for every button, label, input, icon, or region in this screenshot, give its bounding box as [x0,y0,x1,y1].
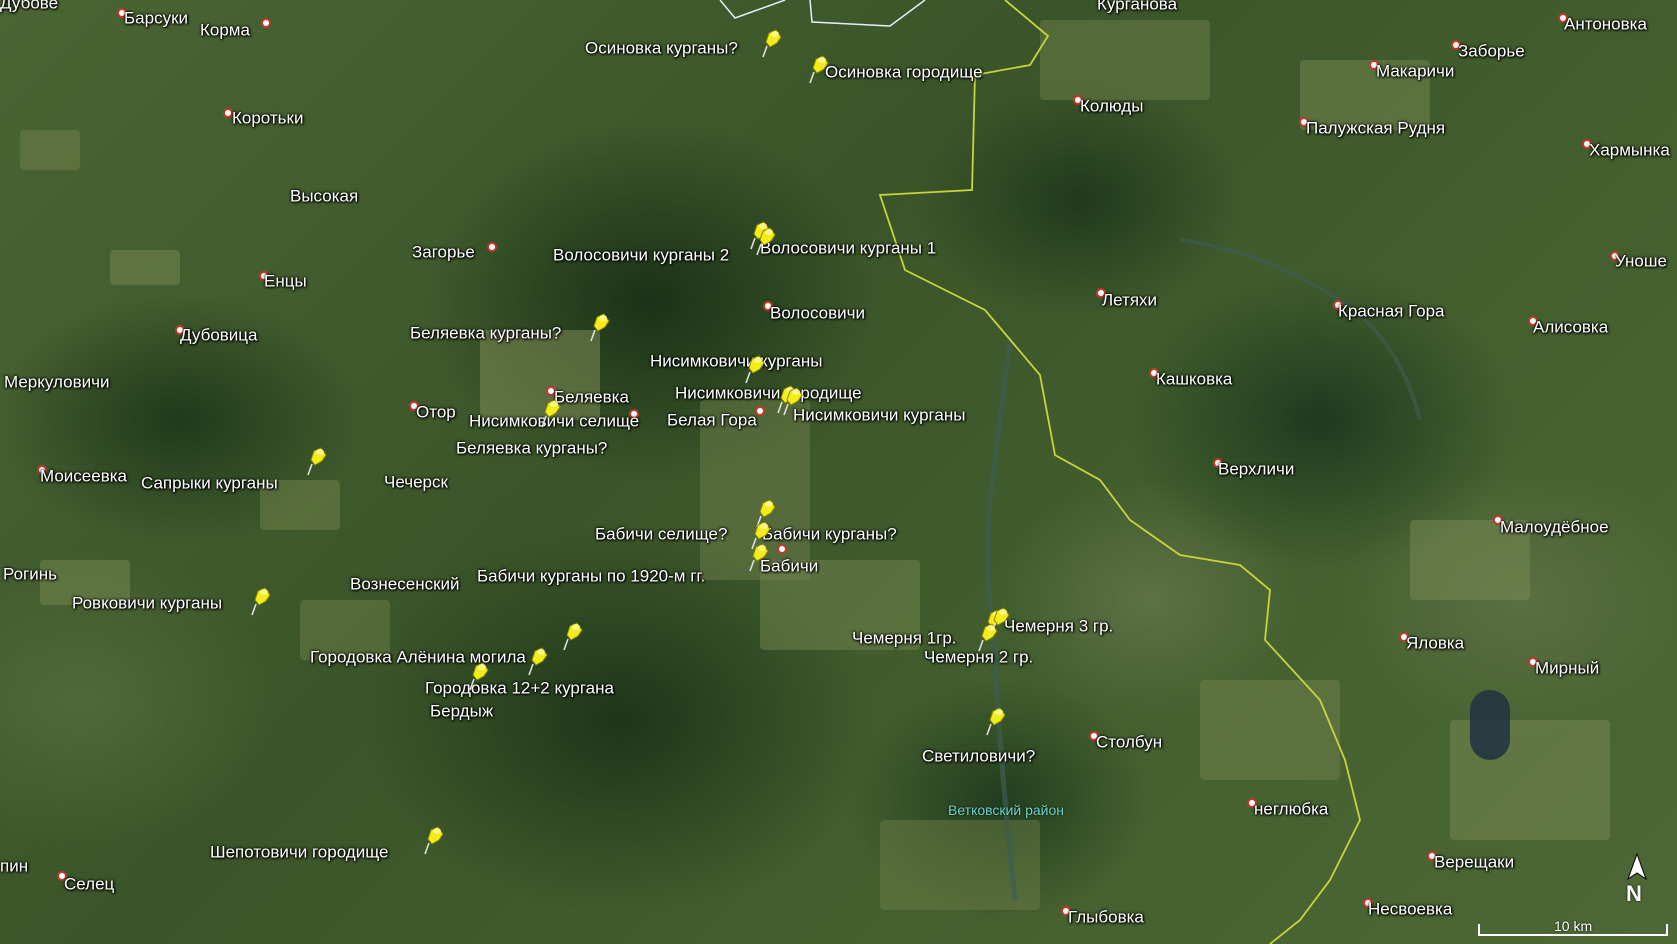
settlement-marker[interactable] [777,544,787,554]
settlement-label: Уноше [1615,251,1667,271]
pushpin-icon[interactable] [749,542,769,572]
settlement-label: Чечерск [384,472,448,492]
pushpin-icon[interactable] [809,54,829,84]
settlement-label: Загорье [412,242,475,262]
pushpin-icon[interactable] [762,28,782,58]
placemark-label: Городовка Алёнина могила [310,647,526,667]
settlement-label: Вознесенский [350,574,460,594]
settlement-label: Кашковка [1156,369,1233,389]
settlement-label: Красная Гора [1338,301,1445,321]
placemark-label: Волосовичи курганы 1 [760,238,937,258]
placemark-label: Ровковичи курганы [72,593,223,613]
settlement-label: Бердыж [430,701,494,721]
placemark-label: Осиновка городище [825,62,983,82]
settlement-label: Алисовка [1533,317,1609,337]
scale-label: 10 km [1554,918,1593,934]
settlement-label: Малоудёбное [1500,517,1609,537]
boundary-lines [719,0,1422,944]
settlement-label: Селец [64,874,115,894]
placemark-label: Нисимковичи курганы [793,405,966,425]
settlement-label: Макаричи [1376,61,1455,81]
pushpin-icon[interactable] [541,398,561,428]
settlement-label: пин [0,856,29,876]
settlement-label: Заборье [1458,41,1525,61]
settlement-label: Курганова [1097,0,1178,14]
placemark-label: Волосовичи курганы 2 [553,245,730,265]
settlement-label: Яловка [1406,633,1465,653]
settlement-label: Енцы [264,271,307,291]
settlement-label: Дубове [0,0,59,13]
settlement-label: Летяхи [1102,290,1158,310]
placemark-label: Чемерня 3 гр. [1004,616,1114,636]
placemark-label: Бабичи курганы по 1920-м гг. [477,566,706,586]
settlement-label: Столбун [1096,732,1163,752]
settlement-label: Барсуки [124,8,188,28]
district-border [719,0,926,27]
placemark-label: Беляевка курганы? [456,438,608,458]
pushpin-icon[interactable] [745,354,765,384]
placemark-label: Сапрыки курганы [141,473,278,493]
settlement-label: Верещаки [1434,852,1515,872]
settlement-label: Палужская Рудня [1306,118,1446,138]
settlement-marker[interactable] [755,406,765,416]
settlement-label: Белая Гора [667,410,757,430]
settlement-label: Колюды [1080,96,1144,116]
settlement-label: Коротьки [232,108,304,128]
placemark-label: Осиновка курганы? [585,38,738,58]
pushpin-icon[interactable] [590,312,610,342]
settlement-label: Моисеевка [40,466,128,486]
settlement-label: Несвоевка [1368,899,1453,919]
placemark-label: Бабичи селище? [595,524,728,544]
settlement-label: неглюбка [1254,799,1329,819]
settlement-label: Глыбовка [1068,907,1144,927]
settlement-label: Верхличи [1218,459,1295,479]
pushpin-icon[interactable] [978,622,998,652]
settlement-label: Рогинь [3,564,57,584]
pushpin-icon[interactable] [424,825,444,855]
placemark-label: Светиловичи? [922,746,1036,766]
settlement-marker[interactable] [487,242,497,252]
settlement-marker[interactable] [261,18,271,28]
placemark-label: Нисимковичи курганы [650,351,823,371]
region-label: Ветковский район [948,802,1064,818]
pushpin-icon[interactable] [783,386,803,416]
settlement-label: Мирный [1535,658,1600,678]
compass-north-label: N [1626,881,1642,906]
settlement-label: Отор [416,402,456,422]
settlement-label: Меркуловичи [4,372,110,392]
placemark-label: Нисимковичи городище [675,383,862,403]
settlement-label: Корма [200,20,250,40]
placemark-label: Беляевка курганы? [410,323,562,343]
pushpin-icon[interactable] [251,586,271,616]
pushpin-icon[interactable] [307,446,327,476]
placemark-label: Шепотовичи городище [210,842,389,862]
satellite-map[interactable]: Дубове Барсуки Корма Коротьки Высокая За… [0,0,1677,944]
pushpin-icon[interactable] [756,226,776,256]
settlement-label: Антоновка [1564,14,1647,34]
placemark-label: Бабичи курганы? [762,524,897,544]
settlement-label: Беляевка [554,387,629,407]
placemark-label: Чемерня 1гр. [852,628,957,648]
compass-icon[interactable]: N [1624,852,1650,906]
settlement-label: Высокая [290,186,359,206]
settlement-label: Хармынка [1589,140,1670,160]
pushpin-icon[interactable] [528,646,548,676]
pushpin-icon[interactable] [563,621,583,651]
pushpin-icon[interactable] [986,706,1006,736]
placemark-label: Городовка 12+2 кургана [425,678,614,698]
settlement-label: Дубовица [180,325,258,345]
settlement-label: Волосовичи [770,303,866,323]
pushpin-icon[interactable] [469,661,489,691]
scale-bar: 10 km [1478,918,1670,940]
